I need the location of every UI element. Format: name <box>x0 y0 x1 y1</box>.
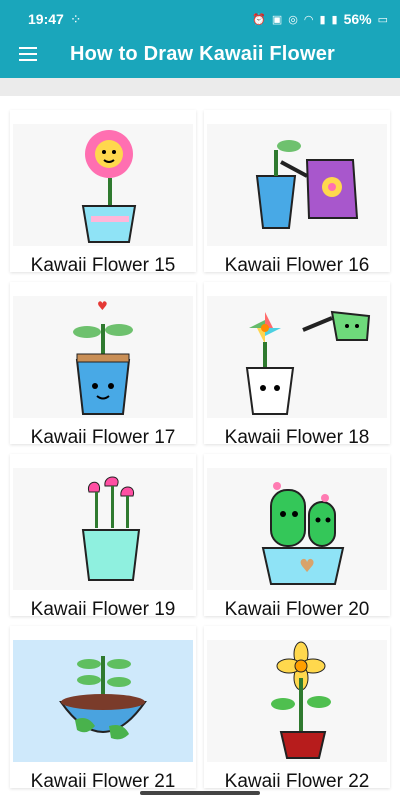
tulip-bouquet-pot-image <box>13 468 193 590</box>
pinwheel-flower-watering-image <box>207 296 387 418</box>
flower-card-label: Kawaii Flower 18 <box>224 427 370 448</box>
flower-card-21[interactable]: Kawaii Flower 21 <box>10 626 196 792</box>
battery-level: 56% <box>343 11 372 27</box>
flower-card-label: Kawaii Flower 15 <box>30 255 176 276</box>
wifi-icon: ◠ <box>303 13 314 26</box>
flower-card-label: Kawaii Flower 22 <box>224 771 370 792</box>
flower-card-label: Kawaii Flower 21 <box>30 771 176 792</box>
flower-grid: Kawaii Flower 15 Kawaii Flower 16 ♥ Kawa… <box>0 96 400 800</box>
hotspot-icon: ◎ <box>288 13 298 26</box>
vibrate-icon: ▣ <box>271 13 283 26</box>
flower-card-17[interactable]: ♥ Kawaii Flower 17 <box>10 282 196 448</box>
earth-bowl-sprout-image <box>13 640 193 762</box>
watering-can-seedling-image <box>207 124 387 246</box>
flower-card-label: Kawaii Flower 17 <box>30 427 176 448</box>
gesture-nav-handle[interactable] <box>140 791 260 795</box>
signal-icon: ▮ <box>319 13 326 26</box>
flower-card-19[interactable]: Kawaii Flower 19 <box>10 454 196 620</box>
flower-card-label: Kawaii Flower 20 <box>224 599 370 620</box>
cactus-heart-pot-image: ♥ <box>207 468 387 590</box>
hamburger-menu-icon <box>19 47 37 61</box>
battery-icon: ▭ <box>377 13 388 26</box>
notification-dots-icon: ⁘ <box>69 10 82 27</box>
flower-card-15[interactable]: Kawaii Flower 15 <box>10 110 196 276</box>
flower-card-22[interactable]: Kawaii Flower 22 <box>204 626 390 792</box>
page-title: How to Draw Kawaii Flower <box>70 42 336 65</box>
svg-text:♥: ♥ <box>299 556 315 577</box>
sprout-heart-pot-image: ♥ <box>13 296 193 418</box>
flower-card-label: Kawaii Flower 19 <box>30 599 176 620</box>
svg-text:♥: ♥ <box>97 299 108 313</box>
alarm-icon: ⏰ <box>252 13 266 26</box>
menu-button[interactable] <box>0 30 56 78</box>
smiling-daisy-pot-image <box>13 124 193 246</box>
flower-grid-container: Kawaii Flower 15 Kawaii Flower 16 ♥ Kawa… <box>0 96 400 800</box>
app-bar: How to Draw Kawaii Flower <box>0 30 400 78</box>
signal-2-icon: ▮ <box>331 13 338 26</box>
flower-card-18[interactable]: Kawaii Flower 18 <box>204 282 390 448</box>
flower-card-16[interactable]: Kawaii Flower 16 <box>204 110 390 276</box>
yellow-flower-pot-image <box>207 640 387 762</box>
status-time: 19:47 <box>28 11 64 27</box>
flower-card-label: Kawaii Flower 16 <box>224 255 370 276</box>
flower-card-20[interactable]: ♥ Kawaii Flower 20 <box>204 454 390 620</box>
